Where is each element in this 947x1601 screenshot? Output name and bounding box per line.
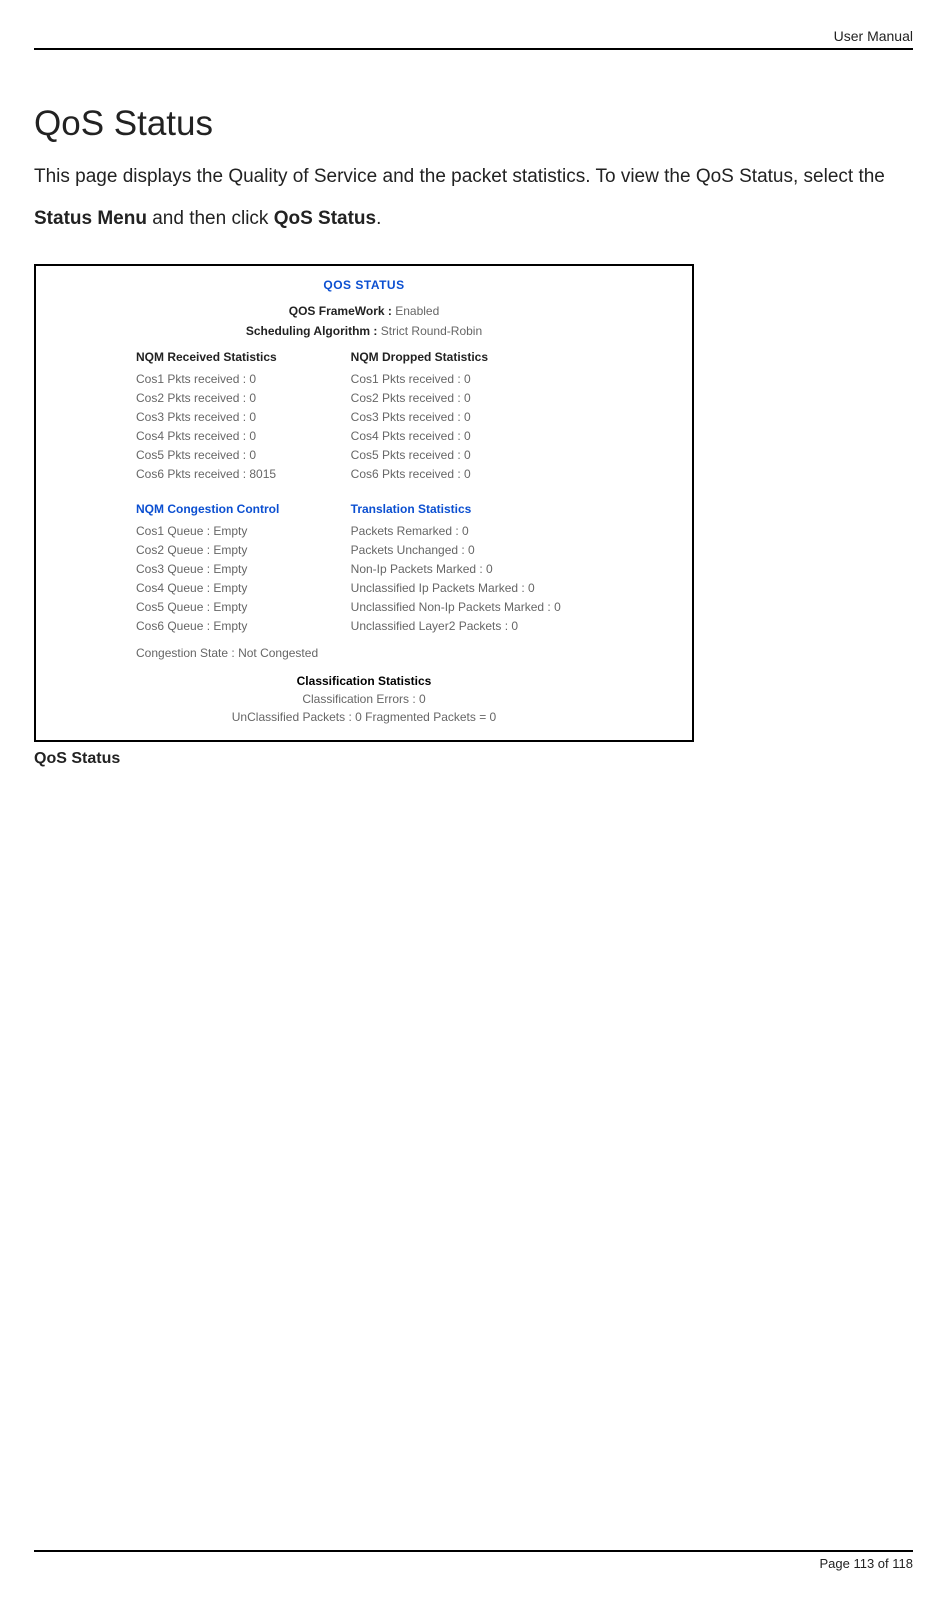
intro-pre: This page displays the Quality of Servic… — [34, 166, 885, 187]
page-title: QoS Status — [34, 104, 913, 144]
qos-framework-value: Enabled — [395, 304, 439, 318]
classification-heading: Classification Statistics — [46, 672, 682, 690]
classification-row: Classification Errors : 0 — [46, 690, 682, 708]
rx-row: Cos6 Pkts received : 8015 — [136, 465, 341, 483]
intro-bold2: QoS Status — [274, 208, 376, 229]
qos-scheduling-row: Scheduling Algorithm : Strict Round-Robi… — [46, 322, 682, 340]
qos-title: QOS STATUS — [46, 276, 682, 294]
drop-row: Cos6 Pkts received : 0 — [351, 465, 682, 483]
tr-row: Unclassified Ip Packets Marked : 0 — [351, 579, 682, 597]
rx-row: Cos4 Pkts received : 0 — [136, 427, 341, 445]
cg-row: Cos5 Queue : Empty — [136, 598, 341, 616]
nqm-received-heading: NQM Received Statistics — [136, 348, 341, 366]
intro-bold1: Status Menu — [34, 208, 147, 229]
translation-heading: Translation Statistics — [351, 500, 682, 518]
tr-row: Unclassified Non-Ip Packets Marked : 0 — [351, 598, 682, 616]
rx-row: Cos1 Pkts received : 0 — [136, 370, 341, 388]
qos-framework-row: QOS FrameWork : Enabled — [46, 302, 682, 320]
figure-caption: QoS Status — [34, 750, 913, 768]
qos-framework-label: QOS FrameWork : — [289, 304, 392, 318]
cg-row: Cos2 Queue : Empty — [136, 541, 341, 559]
qos-scheduling-value: Strict Round-Robin — [381, 324, 482, 338]
header-label: User Manual — [834, 28, 913, 44]
intro-post: . — [376, 208, 381, 229]
cg-row: Cos3 Queue : Empty — [136, 560, 341, 578]
drop-row: Cos4 Pkts received : 0 — [351, 427, 682, 445]
cg-row: Cos6 Queue : Empty — [136, 617, 341, 635]
tr-row: Unclassified Layer2 Packets : 0 — [351, 617, 682, 635]
tr-row: Non-Ip Packets Marked : 0 — [351, 560, 682, 578]
nqm-congestion-heading: NQM Congestion Control — [136, 500, 341, 518]
rx-row: Cos3 Pkts received : 0 — [136, 408, 341, 426]
classification-row: UnClassified Packets : 0 Fragmented Pack… — [46, 708, 682, 726]
drop-row: Cos1 Pkts received : 0 — [351, 370, 682, 388]
tr-row: Packets Unchanged : 0 — [351, 541, 682, 559]
drop-row: Cos3 Pkts received : 0 — [351, 408, 682, 426]
cg-row: Cos1 Queue : Empty — [136, 522, 341, 540]
cg-row: Cos4 Queue : Empty — [136, 579, 341, 597]
qos-status-screenshot: QOS STATUS QOS FrameWork : Enabled Sched… — [34, 264, 694, 742]
page-number: Page 113 of 118 — [820, 1556, 914, 1571]
intro-mid: and then click — [147, 208, 274, 229]
qos-scheduling-label: Scheduling Algorithm : — [246, 324, 378, 338]
rx-row: Cos5 Pkts received : 0 — [136, 446, 341, 464]
rx-row: Cos2 Pkts received : 0 — [136, 389, 341, 407]
nqm-dropped-heading: NQM Dropped Statistics — [351, 348, 682, 366]
congestion-state: Congestion State : Not Congested — [46, 644, 682, 662]
intro-paragraph: This page displays the Quality of Servic… — [34, 156, 913, 240]
drop-row: Cos5 Pkts received : 0 — [351, 446, 682, 464]
drop-row: Cos2 Pkts received : 0 — [351, 389, 682, 407]
tr-row: Packets Remarked : 0 — [351, 522, 682, 540]
